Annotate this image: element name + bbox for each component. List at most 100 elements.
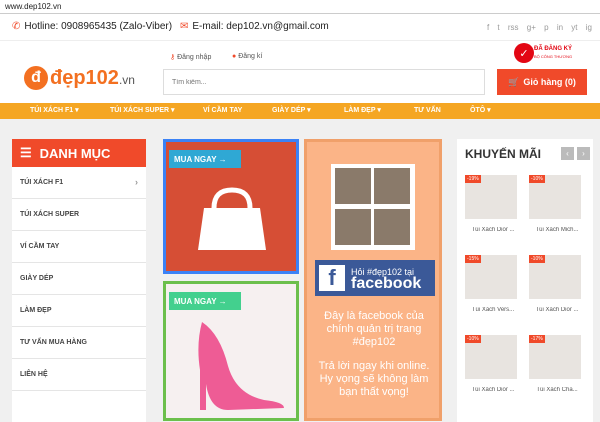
social-links: f t rss g+ p in yt ig: [481, 23, 592, 32]
discount-badge: -10%: [529, 175, 545, 183]
email-text: E-mail: dep102.vn@gmail.com: [192, 21, 329, 32]
admin-photo: [374, 208, 410, 245]
product-name: Túi Xách Dior ...: [535, 307, 579, 313]
facebook-desc: Đây là facebook của chính quản trị trang…: [324, 310, 424, 348]
discount-badge: -10%: [529, 255, 545, 263]
rss-icon[interactable]: rss: [508, 23, 519, 32]
twitter-icon[interactable]: t: [497, 23, 499, 32]
url-text: www.dep102.vn: [5, 2, 62, 11]
register-text: Đăng kí: [238, 53, 263, 60]
sidebar-item-vi-cam-tay[interactable]: VÍ CẦM TAY: [12, 231, 146, 263]
login-text: Đăng nhập: [177, 54, 212, 61]
check-icon: ✓: [514, 43, 534, 63]
address-bar[interactable]: www.dep102.vn: [0, 0, 600, 14]
admin-photo: [374, 168, 410, 204]
discount-badge: -15%: [465, 255, 481, 263]
sidebar-item-tui-xach-f1[interactable]: TÚI XÁCH F1 ›: [12, 167, 146, 199]
cart-icon: 🛒: [508, 76, 520, 87]
instagram-icon[interactable]: ig: [586, 23, 592, 32]
sidebar-item-tui-xach-super[interactable]: TÚI XÁCH SUPER: [12, 199, 146, 231]
key-icon: ⚷: [170, 54, 176, 61]
sidebar-item-label: TÚI XÁCH F1: [20, 179, 64, 186]
linkedin-icon[interactable]: in: [557, 23, 563, 32]
email: ✉ E-mail: dep102.vn@gmail.com: [180, 21, 329, 32]
sidebar-item-label: LÀM ĐẸP: [20, 307, 52, 314]
promo-handbag[interactable]: MUA NGAY →: [163, 139, 299, 274]
nav-giay-dep[interactable]: GIÀY DÉP ▾: [272, 103, 311, 119]
logo-suffix: .vn: [118, 72, 135, 87]
sidebar-item-label: TÚI XÁCH SUPER: [20, 211, 80, 218]
top-bar: ✆ Hotline: 0908965435 (Zalo-Viber) ✉ E-mai…: [0, 15, 600, 41]
product-name: Túi Xách Cha...: [536, 387, 578, 393]
next-arrow-icon[interactable]: ›: [577, 147, 590, 160]
cart-label: Giỏ hàng (0): [523, 77, 576, 87]
product-name: Túi Xách Dior ...: [471, 387, 515, 393]
promo-product[interactable]: -10% Túi Xách Dior ...: [465, 335, 521, 393]
nav-oto[interactable]: ÔTÔ ▾: [470, 103, 491, 119]
hotline-text: Hotline: 0908965435 (Zalo-Viber): [24, 21, 173, 32]
main-content: ☰ DANH MỤC TÚI XÁCH F1 › TÚI XÁCH SUPER VÍ…: [0, 119, 600, 422]
admin-photo: [335, 208, 371, 245]
discount-badge: -17%: [529, 335, 545, 343]
prev-arrow-icon[interactable]: ‹: [561, 147, 574, 160]
product-image: -10%: [529, 255, 581, 299]
facebook-widget[interactable]: f Hỏi #đẹp102 tại facebook Đây là facebo…: [304, 139, 442, 421]
sidebar-item-label: LIÊN HỆ: [20, 371, 48, 378]
sidebar-item-label: GIÀY DÉP: [20, 275, 54, 282]
promo-product[interactable]: -10% Túi Xách Mich...: [529, 175, 585, 233]
header: đ đẹp102.vn ⚷ Đăng nhập ● Đăng kí ✓ ĐÃ Đ…: [0, 41, 600, 103]
user-icon: ●: [232, 53, 237, 60]
sidebar-title: DANH MỤC: [39, 145, 111, 161]
product-name: Túi Xách Vers...: [471, 307, 515, 313]
high-heel-icon: [198, 322, 284, 410]
pinterest-icon[interactable]: p: [544, 23, 548, 32]
logo-text: đẹp102.vn: [50, 67, 135, 90]
discount-badge: -19%: [465, 175, 481, 183]
facebook-banner-text: Hỏi #đẹp102 tại facebook: [351, 266, 422, 292]
promotion-title: KHUYẾN MÃI: [465, 147, 542, 161]
googleplus-icon[interactable]: g+: [527, 23, 536, 32]
sidebar-header: ☰ DANH MỤC: [12, 139, 146, 167]
promo-product[interactable]: -10% Túi Xách Dior ...: [529, 255, 585, 313]
product-image: -15%: [465, 255, 517, 299]
sidebar-item-lien-he[interactable]: LIÊN HỆ: [12, 359, 146, 391]
chevron-right-icon: ›: [135, 177, 138, 187]
register-link[interactable]: ● Đăng kí: [232, 53, 262, 60]
buy-now-button[interactable]: MUA NGAY →: [169, 292, 241, 310]
facebook-banner[interactable]: f Hỏi #đẹp102 tại facebook: [315, 260, 435, 296]
nav-tui-xach-f1[interactable]: TÚI XÁCH F1 ▾: [30, 103, 79, 119]
badge-line2: BỘ CÔNG THƯƠNG: [534, 54, 573, 59]
main-nav: TÚI XÁCH F1 ▾ TÚI XÁCH SUPER ▾ VÍ CẦM TA…: [0, 103, 600, 119]
promo-product[interactable]: -15% Túi Xách Vers...: [465, 255, 521, 313]
logo-name: đẹp102: [50, 66, 119, 89]
handbag-icon: [198, 187, 266, 250]
promo-product[interactable]: -19% Túi Xách Dior ...: [465, 175, 521, 233]
nav-vi-cam-tay[interactable]: VÍ CẦM TAY: [203, 103, 242, 119]
sidebar-item-tu-van[interactable]: TƯ VẤN MUA HÀNG: [12, 327, 146, 359]
product-name: Túi Xách Mich...: [535, 227, 579, 233]
search-input[interactable]: [163, 69, 485, 95]
sidebar-item-giay-dep[interactable]: GIÀY DÉP: [12, 263, 146, 295]
buy-now-button[interactable]: MUA NGAY →: [169, 150, 241, 168]
category-sidebar: ☰ DANH MỤC TÚI XÁCH F1 › TÚI XÁCH SUPER VÍ…: [12, 139, 146, 422]
product-image: -17%: [529, 335, 581, 379]
site-logo[interactable]: đ đẹp102.vn: [24, 65, 135, 91]
cart-button[interactable]: 🛒 Giỏ hàng (0): [497, 69, 587, 95]
facebook-icon[interactable]: f: [487, 23, 489, 32]
facebook-logo-icon: f: [319, 265, 345, 291]
youtube-icon[interactable]: yt: [571, 23, 577, 32]
discount-badge: -10%: [465, 335, 481, 343]
nav-lam-dep[interactable]: LÀM ĐẸP ▾: [344, 103, 381, 119]
nav-tui-xach-super[interactable]: TÚI XÁCH SUPER ▾: [110, 103, 175, 119]
logo-mark: đ: [24, 66, 48, 90]
sidebar-item-lam-dep[interactable]: LÀM ĐẸP: [12, 295, 146, 327]
promo-product[interactable]: -17% Túi Xách Cha...: [529, 335, 585, 393]
login-link[interactable]: ⚷ Đăng nhập: [170, 53, 211, 61]
registered-badge[interactable]: ✓ ĐÃ ĐĂNG KÝ BỘ CÔNG THƯƠNG: [514, 43, 576, 67]
sidebar-item-label: VÍ CẦM TAY: [20, 243, 60, 250]
promo-shoe[interactable]: MUA NGAY →: [163, 281, 299, 421]
facebook-big-text: facebook: [351, 275, 422, 292]
product-image: -10%: [529, 175, 581, 219]
badge-line1: ĐÃ ĐĂNG KÝ: [534, 46, 573, 52]
nav-tu-van[interactable]: TƯ VẤN: [414, 103, 441, 119]
